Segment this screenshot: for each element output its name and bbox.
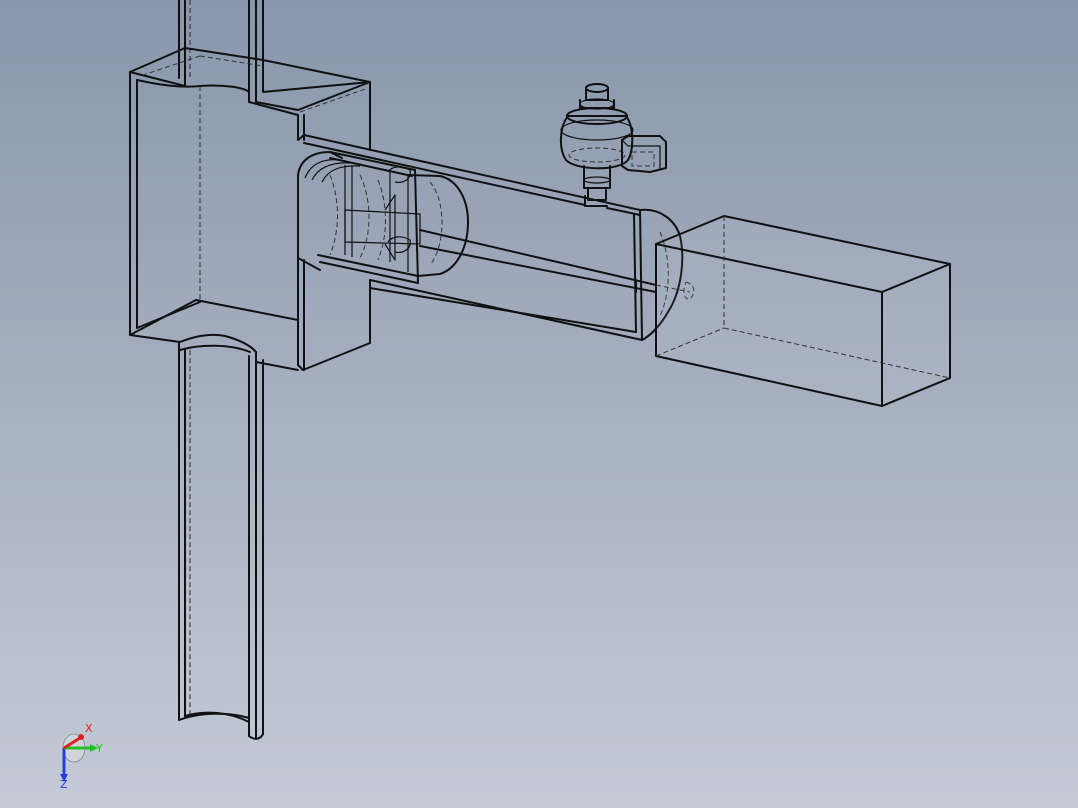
top-valve[interactable] [560, 83, 667, 207]
actuator-box[interactable] [655, 215, 951, 407]
z-axis-label: Z [60, 778, 68, 788]
orientation-triad[interactable]: X Y Z [52, 718, 112, 788]
y-axis-label: Y [95, 742, 103, 755]
lower-pipe[interactable] [178, 341, 264, 740]
piston-rod[interactable] [419, 229, 695, 300]
valve-piston-assembly[interactable] [297, 151, 469, 284]
upper-pipe[interactable] [178, 0, 264, 96]
x-axis-label: X [85, 722, 93, 735]
tee-manifold-body[interactable] [129, 47, 371, 371]
x-axis-arrow [78, 734, 84, 740]
cad-model[interactable] [0, 0, 1078, 808]
cad-viewport[interactable]: X Y Z [0, 0, 1078, 808]
